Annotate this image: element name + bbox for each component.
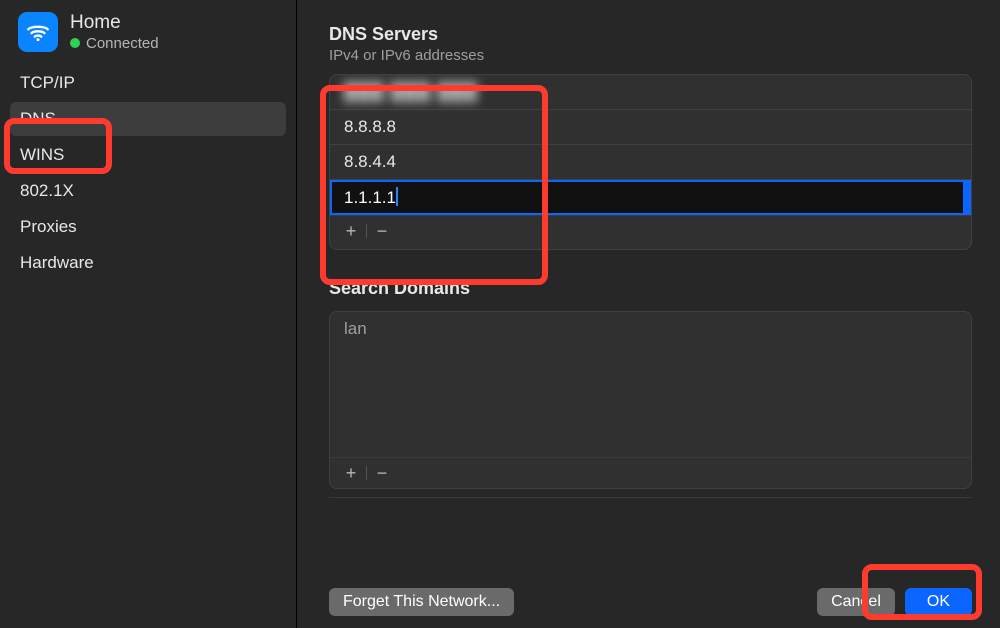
sidebar-item-wins[interactable]: WINS xyxy=(10,138,286,172)
dns-servers-section: DNS Servers IPv4 or IPv6 addresses ███ █… xyxy=(329,24,972,250)
status-dot-icon xyxy=(70,38,80,48)
dns-servers-list[interactable]: ███ ███ ███ 8.8.8.8 8.8.4.4 1.1.1.1 + − xyxy=(329,74,972,250)
network-name: Home xyxy=(70,12,159,34)
network-status: Connected xyxy=(70,35,159,52)
remove-dns-button[interactable]: − xyxy=(369,220,395,242)
cancel-button[interactable]: Cancel xyxy=(817,588,895,616)
search-domains-list[interactable]: lan + − xyxy=(329,311,972,489)
sidebar-item-tcpip[interactable]: TCP/IP xyxy=(10,66,286,100)
network-dns-settings: Home Connected TCP/IP DNS WINS 802.1X Pr… xyxy=(0,0,1000,628)
toolbar-separator xyxy=(366,466,367,480)
search-domain-value: lan xyxy=(344,319,367,338)
sidebar: Home Connected TCP/IP DNS WINS 802.1X Pr… xyxy=(0,0,297,628)
sidebar-item-hardware[interactable]: Hardware xyxy=(10,246,286,280)
domains-list-toolbar: + − xyxy=(330,457,971,488)
ok-button[interactable]: OK xyxy=(905,588,972,616)
search-domains-section: Search Domains lan + − xyxy=(329,278,972,489)
forget-network-button[interactable]: Forget This Network... xyxy=(329,588,514,616)
dns-server-row[interactable]: ███ ███ ███ xyxy=(330,75,971,110)
dns-server-value: 8.8.4.4 xyxy=(344,152,396,171)
dns-list-toolbar: + − xyxy=(330,215,971,246)
dns-server-value: 8.8.8.8 xyxy=(344,117,396,136)
dns-server-row[interactable]: 8.8.8.8 xyxy=(330,110,971,145)
dns-server-row-editing[interactable]: 1.1.1.1 xyxy=(330,180,971,215)
dns-server-row[interactable]: 8.8.4.4 xyxy=(330,145,971,180)
toolbar-separator xyxy=(366,224,367,238)
search-domain-row[interactable]: lan xyxy=(330,312,971,346)
dns-server-value: 1.1.1.1 xyxy=(344,188,396,207)
remove-domain-button[interactable]: − xyxy=(369,462,395,484)
text-cursor-icon xyxy=(396,187,398,206)
sidebar-item-8021x[interactable]: 802.1X xyxy=(10,174,286,208)
list-spacer xyxy=(330,346,971,457)
wifi-icon xyxy=(18,12,58,52)
main-content: DNS Servers IPv4 or IPv6 addresses ███ █… xyxy=(297,0,1000,628)
add-dns-button[interactable]: + xyxy=(338,220,364,242)
footer-separator xyxy=(329,497,972,498)
search-domains-title: Search Domains xyxy=(329,278,972,299)
footer: Forget This Network... Cancel OK xyxy=(329,574,972,616)
dns-servers-title: DNS Servers xyxy=(329,24,972,45)
sidebar-item-dns[interactable]: DNS xyxy=(10,102,286,136)
add-domain-button[interactable]: + xyxy=(338,462,364,484)
dns-server-value: ███ ███ ███ xyxy=(344,82,478,101)
network-status-label: Connected xyxy=(86,35,159,52)
settings-nav: TCP/IP DNS WINS 802.1X Proxies Hardware xyxy=(0,62,296,286)
sidebar-item-proxies[interactable]: Proxies xyxy=(10,210,286,244)
network-header: Home Connected xyxy=(0,6,296,62)
dns-servers-subtitle: IPv4 or IPv6 addresses xyxy=(329,47,972,64)
